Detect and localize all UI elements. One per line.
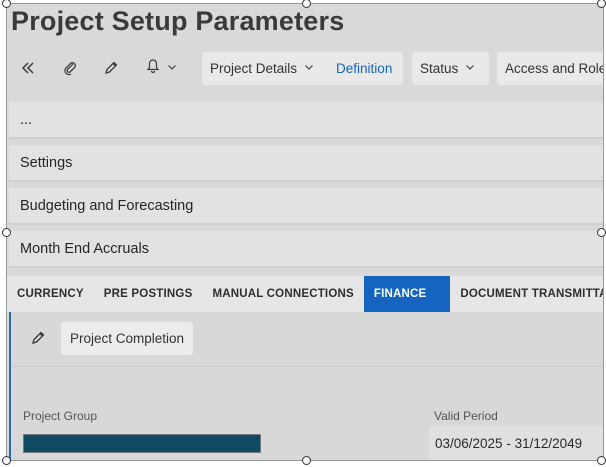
- section-label: ...: [20, 111, 33, 128]
- valid-period-field[interactable]: 03/06/2025 - 31/12/2049: [429, 426, 603, 460]
- section-month-end-accruals[interactable]: Month End Accruals: [9, 231, 603, 268]
- section-label: Month End Accruals: [20, 240, 149, 257]
- divider: [11, 366, 603, 367]
- tab-manual-connections[interactable]: MANUAL CONNECTIONS: [202, 276, 363, 312]
- bell-icon: [145, 58, 161, 79]
- project-group-label: Project Group: [23, 409, 98, 423]
- resize-handle[interactable]: [2, 228, 11, 237]
- pencil-icon[interactable]: [26, 326, 50, 350]
- resize-handle[interactable]: [597, 0, 606, 8]
- status-button[interactable]: Status: [412, 52, 489, 85]
- resize-handle[interactable]: [2, 456, 11, 465]
- toolbar: Project Details Definition Status Access…: [7, 50, 604, 88]
- page-title: Project Setup Parameters: [11, 6, 345, 36]
- tab-currency[interactable]: CURRENCY: [7, 276, 94, 312]
- section-label: Settings: [20, 154, 73, 171]
- app-window: Project Setup Parameters Project Details…: [6, 3, 604, 461]
- chevron-down-icon[interactable]: [304, 62, 314, 75]
- pencil-icon[interactable]: [96, 54, 126, 82]
- project-group-field[interactable]: [23, 434, 261, 453]
- valid-period-label: Valid Period: [434, 409, 498, 423]
- panel-toolbar: Project Completion: [11, 320, 603, 356]
- section-budgeting-and-forecasting[interactable]: Budgeting and Forecasting: [9, 188, 603, 225]
- tab-document-transmittal[interactable]: DOCUMENT TRANSMITTAL: [450, 276, 603, 312]
- access-and-roles-button[interactable]: Access and Roles: [497, 52, 604, 85]
- chevron-down-icon: [465, 62, 475, 75]
- resize-handle[interactable]: [597, 456, 606, 465]
- project-details-button[interactable]: Project Details: [210, 61, 297, 76]
- double-chevron-left-icon[interactable]: [13, 54, 43, 82]
- tab-bar: CURRENCY PRE POSTINGS MANUAL CONNECTIONS…: [7, 276, 603, 312]
- section-more[interactable]: ...: [9, 102, 603, 139]
- section-label: Budgeting and Forecasting: [20, 197, 194, 214]
- status-label: Status: [420, 61, 459, 76]
- tab-finance[interactable]: FINANCE: [363, 276, 451, 312]
- project-completion-button[interactable]: Project Completion: [61, 322, 194, 355]
- resize-handle[interactable]: [597, 228, 606, 237]
- finance-panel: Project Completion Project Group Valid P…: [9, 312, 603, 460]
- paperclip-icon[interactable]: [55, 54, 85, 82]
- tab-pre-postings[interactable]: PRE POSTINGS: [94, 276, 203, 312]
- chevron-down-icon: [167, 59, 177, 77]
- project-details-menu: Project Details Definition: [202, 52, 403, 85]
- access-and-roles-label: Access and Roles: [505, 61, 604, 76]
- section-settings[interactable]: Settings: [9, 145, 603, 182]
- resize-handle[interactable]: [302, 456, 311, 465]
- definition-link[interactable]: Definition: [336, 61, 392, 76]
- notifications-menu[interactable]: [137, 54, 185, 82]
